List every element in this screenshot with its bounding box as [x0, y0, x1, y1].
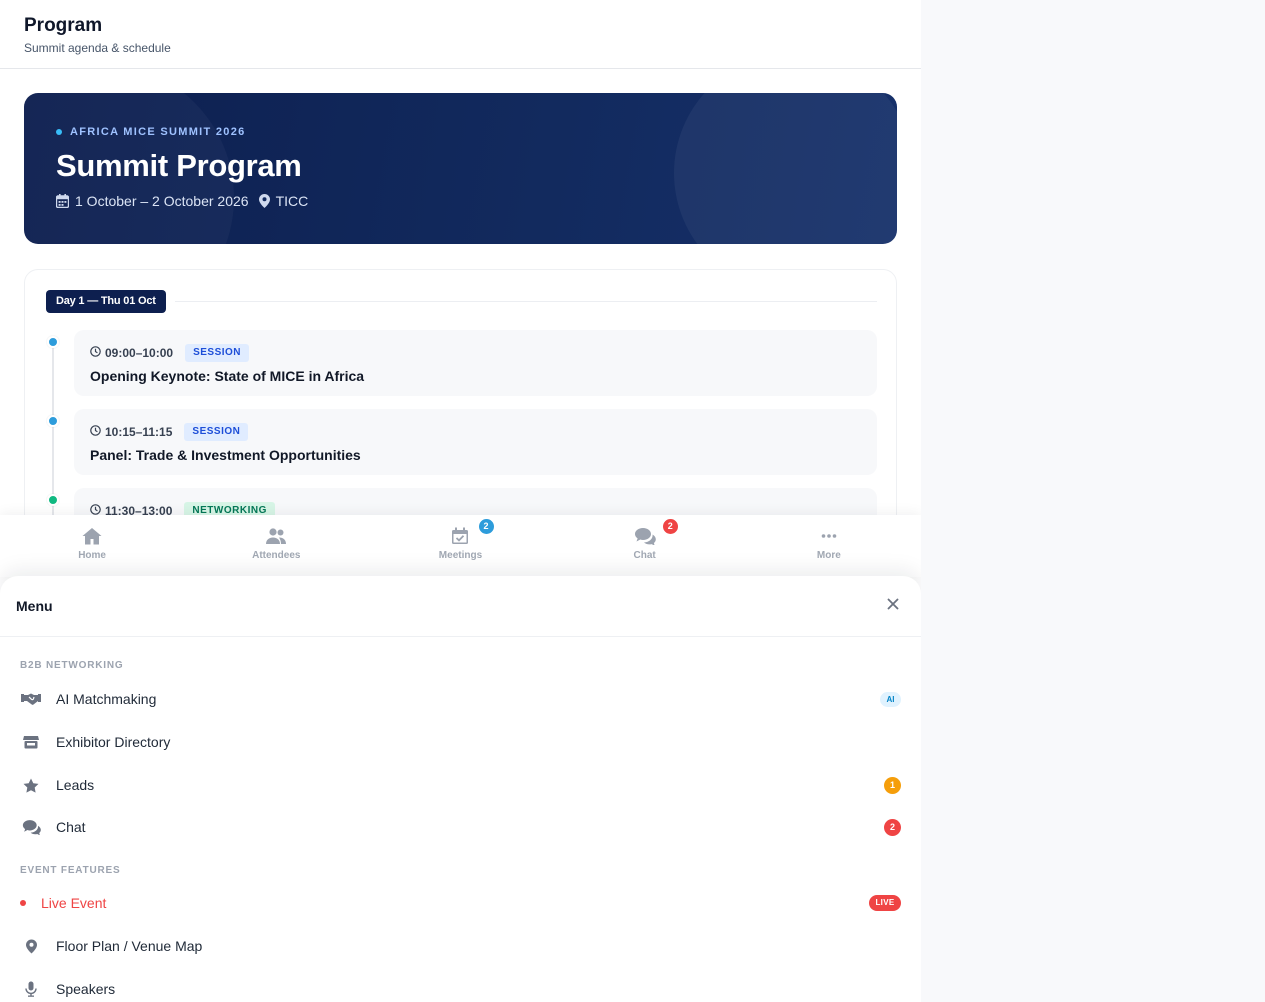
- menu-item-label: Floor Plan / Venue Map: [56, 938, 203, 954]
- app-window: Program Summit agenda & schedule AFRICA …: [0, 0, 921, 1002]
- calendar-icon: [56, 194, 69, 208]
- session-title: Opening Keynote: State of MICE in Africa: [90, 368, 365, 384]
- menu-item-speakers[interactable]: Speakers: [0, 969, 921, 1002]
- day-divider: [175, 301, 877, 302]
- home-icon: [81, 526, 103, 546]
- session-time-text: 10:15–11:15: [105, 425, 173, 439]
- map-pin-icon: [258, 194, 270, 208]
- hero-decoration: [674, 93, 897, 244]
- hero-dates: 1 October – 2 October 2026: [75, 193, 249, 209]
- handshake-icon: [21, 689, 41, 709]
- hero-banner: AFRICA MICE SUMMIT 2026 Summit Program 1…: [24, 93, 897, 244]
- chat-icon: [634, 526, 656, 546]
- hero-eyebrow: AFRICA MICE SUMMIT 2026: [56, 126, 246, 138]
- timeline-dot: [47, 336, 59, 348]
- hero-venue: TICC: [275, 193, 309, 209]
- menu-item-label: Leads: [56, 777, 95, 793]
- menu-sheet: Menu B2B NETWORKING AI Matchmaking AI Ex…: [0, 576, 921, 1002]
- eyebrow-dot-icon: [56, 129, 62, 135]
- nav-label: Chat: [633, 550, 656, 561]
- live-badge: LIVE: [869, 895, 901, 911]
- nav-chat[interactable]: Chat 2: [553, 515, 737, 577]
- nav-label: More: [816, 550, 841, 561]
- live-dot-icon: [20, 900, 26, 906]
- menu-item-leads[interactable]: Leads 1: [0, 765, 921, 805]
- menu-item-label: Exhibitor Directory: [56, 734, 171, 750]
- more-icon: [818, 526, 840, 546]
- page-subtitle: Summit agenda & schedule: [24, 41, 171, 55]
- session-time: 09:00–10:00 SESSION: [90, 344, 250, 362]
- session-type-badge: SESSION: [185, 344, 250, 362]
- session-type-badge: SESSION: [184, 423, 249, 441]
- menu-item-floor-plan[interactable]: Floor Plan / Venue Map: [0, 926, 921, 966]
- map-pin-icon: [21, 936, 41, 956]
- chat-badge: 2: [884, 818, 901, 836]
- menu-item-chat[interactable]: Chat 2: [0, 807, 921, 847]
- star-icon: [21, 775, 41, 795]
- page-title: Program: [24, 15, 103, 36]
- menu-item-label: Speakers: [56, 981, 116, 997]
- hero-title: Summit Program: [56, 148, 302, 183]
- menu-header: Menu: [0, 576, 921, 637]
- day-label[interactable]: Day 1 — Thu 01 Oct: [46, 290, 166, 313]
- session-title: Panel: Trade & Investment Opportunities: [90, 447, 361, 463]
- meetings-badge: 2: [478, 519, 494, 534]
- calendar-check-icon: [449, 526, 471, 546]
- ai-badge: AI: [880, 691, 901, 707]
- users-icon: [265, 526, 287, 546]
- nav-more[interactable]: More: [737, 515, 921, 577]
- chat-badge: 2: [662, 519, 678, 534]
- menu-item-ai-matchmaking[interactable]: AI Matchmaking AI: [0, 679, 921, 719]
- close-icon: [887, 597, 899, 615]
- nav-attendees[interactable]: Attendees: [184, 515, 368, 577]
- hero-meta: 1 October – 2 October 2026 TICC: [56, 193, 308, 209]
- empty-background-pane: [921, 0, 1265, 1002]
- nav-label: Attendees: [252, 550, 301, 561]
- page-header: Program Summit agenda & schedule: [0, 0, 921, 69]
- nav-meetings[interactable]: Meetings 2: [368, 515, 552, 577]
- session-time: 10:15–11:15 SESSION: [90, 423, 249, 441]
- leads-badge: 1: [884, 776, 901, 794]
- nav-home[interactable]: Home: [0, 515, 184, 577]
- store-icon: [21, 732, 41, 752]
- timeline-dot: [47, 415, 59, 427]
- nav-label: Home: [78, 550, 106, 561]
- menu-item-label: Chat: [56, 819, 86, 835]
- nav-label: Meetings: [438, 550, 483, 561]
- hero-eyebrow-text: AFRICA MICE SUMMIT 2026: [70, 126, 246, 138]
- menu-item-live-event[interactable]: Live Event LIVE: [0, 883, 921, 923]
- bottom-nav: Home Attendees Meetings 2 Chat 2 More: [0, 515, 921, 577]
- menu-item-label: Live Event: [41, 895, 107, 911]
- section-label: EVENT FEATURES: [20, 865, 121, 876]
- menu-title: Menu: [16, 598, 53, 614]
- clock-icon: [90, 346, 101, 360]
- close-button[interactable]: [884, 597, 902, 615]
- menu-item-exhibitor-directory[interactable]: Exhibitor Directory: [0, 722, 921, 762]
- timeline-dot: [47, 494, 59, 506]
- clock-icon: [90, 425, 101, 439]
- section-label: B2B NETWORKING: [20, 660, 124, 671]
- session-card[interactable]: 09:00–10:00 SESSION Opening Keynote: Sta…: [74, 330, 877, 396]
- session-time-text: 09:00–10:00: [105, 346, 174, 360]
- chat-icon: [21, 817, 41, 837]
- session-card[interactable]: 10:15–11:15 SESSION Panel: Trade & Inves…: [74, 409, 877, 475]
- menu-item-label: AI Matchmaking: [56, 691, 157, 707]
- microphone-icon: [21, 979, 41, 999]
